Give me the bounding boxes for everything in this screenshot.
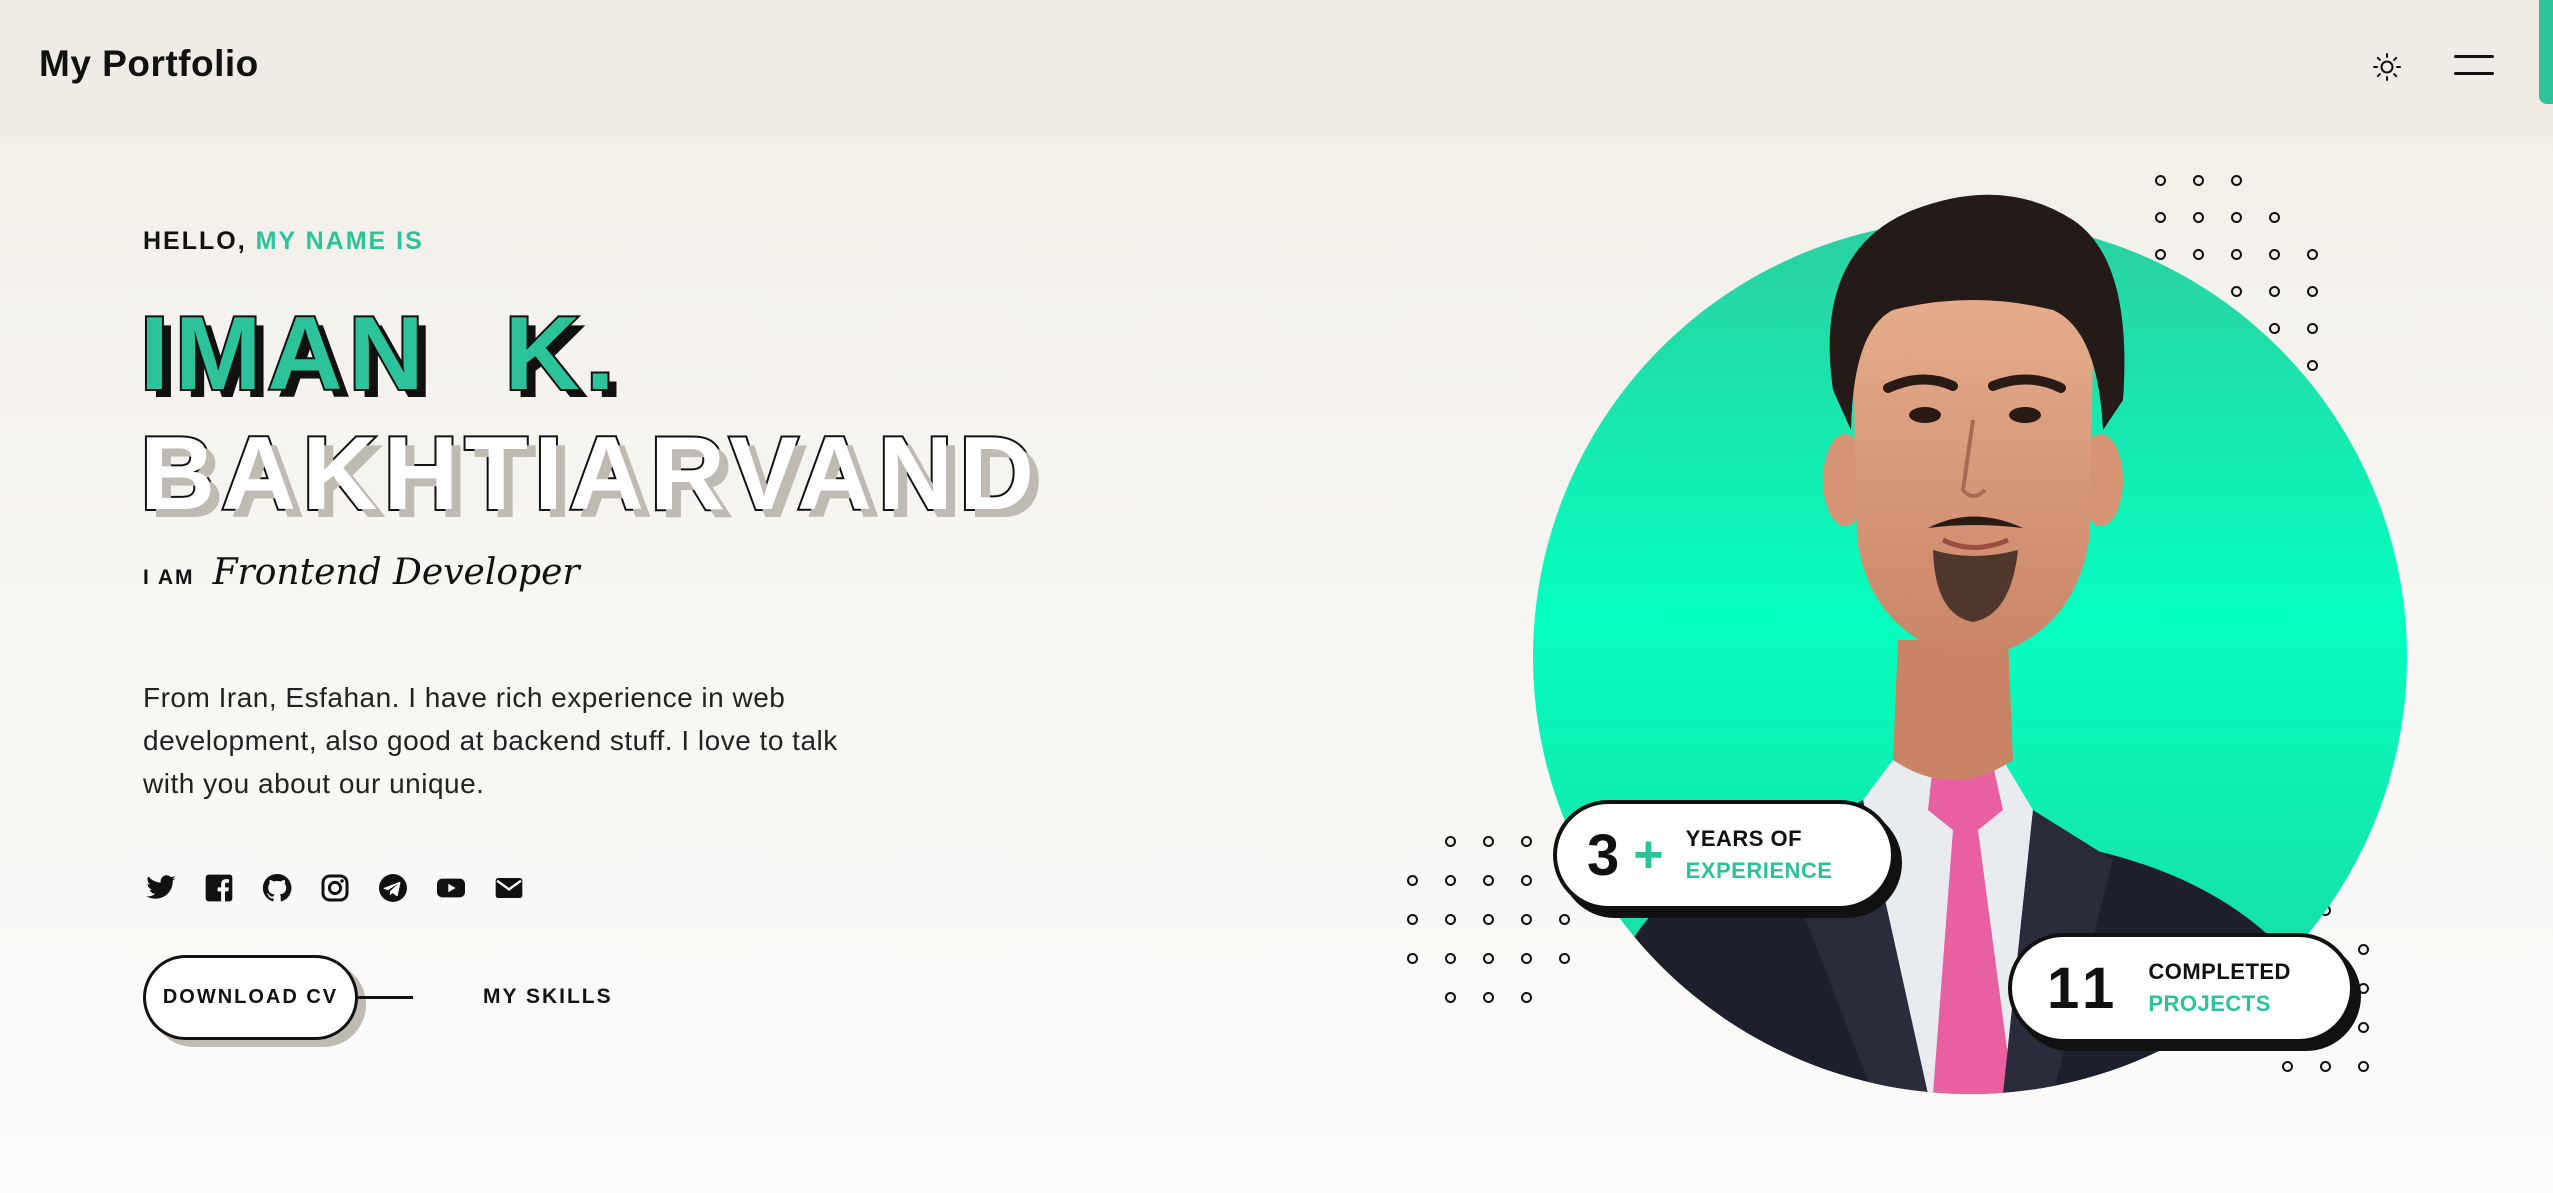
decorative-dot: [1483, 992, 1494, 1003]
greeting: HELLO, MY NAME IS: [143, 227, 424, 256]
github-icon[interactable]: [259, 870, 294, 905]
decorative-dot: [1521, 992, 1532, 1003]
role-row: I AM Frontend Developer: [143, 552, 580, 593]
sun-icon: [2373, 53, 2401, 81]
experience-number: 3: [1587, 822, 1622, 888]
role-prefix: I AM: [143, 566, 195, 589]
bio-text: From Iran, Esfahan. I have rich experien…: [143, 682, 838, 799]
projects-number: 11: [2047, 955, 2121, 1021]
decorative-dot: [1521, 836, 1532, 847]
youtube-icon[interactable]: [433, 870, 468, 905]
twitter-icon[interactable]: [143, 870, 178, 905]
name-last-line: BAKHTIARVAND: [138, 416, 1041, 532]
facebook-icon[interactable]: [201, 870, 236, 905]
social-links: [143, 870, 526, 905]
experience-line-1: YEARS OF: [1685, 826, 1803, 851]
download-cv-button[interactable]: DOWNLOAD CV: [143, 955, 358, 1040]
email-icon[interactable]: [491, 870, 526, 905]
projects-text: COMPLETED PROJECTS: [2148, 956, 2291, 1020]
instagram-icon[interactable]: [317, 870, 352, 905]
decorative-dot: [1483, 836, 1494, 847]
experience-stat-card: 3 + YEARS OF EXPERIENCE: [1553, 800, 1895, 910]
experience-line-2: EXPERIENCE: [1685, 858, 1833, 883]
hamburger-menu-icon[interactable]: [2454, 50, 2496, 80]
decorative-dot: [1407, 875, 1418, 886]
decorative-dot: [1445, 992, 1456, 1003]
menu-bar-bottom: [2454, 72, 2494, 75]
greeting-prefix: HELLO,: [143, 227, 247, 255]
scroll-indicator[interactable]: [2539, 0, 2553, 104]
decorative-dot: [1445, 836, 1456, 847]
theme-toggle-button[interactable]: [2367, 47, 2407, 87]
decorative-dot: [1445, 875, 1456, 886]
decorative-dot: [1521, 875, 1532, 886]
experience-plus: +: [1633, 826, 1664, 884]
experience-text: YEARS OF EXPERIENCE: [1686, 823, 1833, 887]
projects-stat-card: 11 COMPLETED PROJECTS: [2008, 933, 2354, 1043]
decorative-dot: [1483, 914, 1494, 925]
decorative-dot: [1445, 953, 1456, 964]
projects-line-1: COMPLETED: [2148, 959, 2291, 984]
telegram-icon[interactable]: [375, 870, 410, 905]
decorative-dot: [1407, 953, 1418, 964]
cv-connector-line: [358, 996, 413, 999]
decorative-dot: [1521, 914, 1532, 925]
menu-bar-top: [2454, 55, 2494, 58]
projects-line-2: PROJECTS: [2148, 991, 2271, 1016]
decorative-dot: [1483, 953, 1494, 964]
site-header: My Portfolio: [0, 0, 2553, 136]
name-first-line: IMAN K.: [138, 296, 621, 412]
role-title: Frontend Developer: [212, 552, 580, 593]
brand-logo[interactable]: My Portfolio: [39, 43, 259, 85]
greeting-accent: MY NAME IS: [255, 227, 424, 255]
decorative-dot: [1521, 953, 1532, 964]
my-skills-link[interactable]: MY SKILLS: [483, 985, 613, 1009]
decorative-dot: [1445, 914, 1456, 925]
decorative-dot: [1483, 875, 1494, 886]
decorative-dot: [1407, 914, 1418, 925]
